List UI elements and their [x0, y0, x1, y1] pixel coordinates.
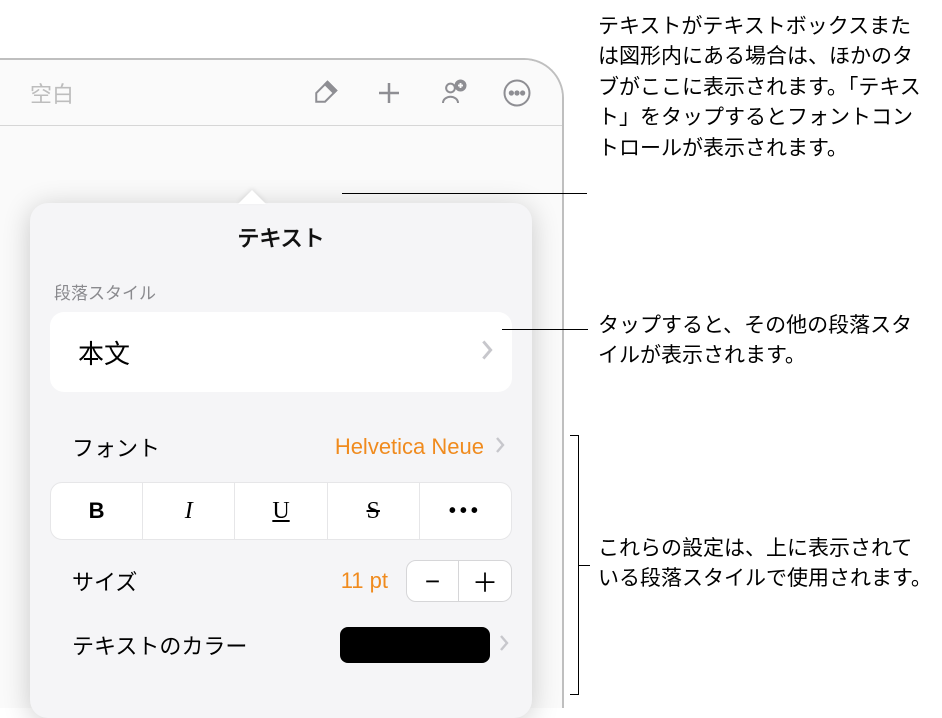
back-button[interactable]: 空白: [30, 77, 74, 109]
text-style-buttons: B I U S •••: [50, 482, 512, 540]
font-value: Helvetica Neue: [335, 434, 484, 460]
more-text-options-button[interactable]: •••: [420, 483, 511, 539]
size-row: サイズ 11 pt − ＋: [50, 552, 512, 610]
underline-button[interactable]: U: [235, 483, 327, 539]
more-circle-icon[interactable]: [502, 78, 532, 108]
chevron-right-icon: [498, 634, 510, 657]
insert-plus-icon[interactable]: [374, 78, 404, 108]
paragraph-style-section-label: 段落スタイル: [30, 279, 532, 312]
text-format-panel: テキスト 段落スタイル 本文 フォント Helvetica Neue B I U…: [30, 203, 532, 718]
collaborate-icon[interactable]: [438, 78, 468, 108]
paragraph-style-row[interactable]: 本文: [50, 312, 512, 392]
device-frame: 空白 テキスト 段落スタイル 本文 フォント: [0, 58, 564, 708]
size-stepper: − ＋: [406, 560, 512, 602]
chevron-right-icon: [494, 436, 506, 459]
popover-arrow: [238, 190, 266, 204]
color-swatch[interactable]: [340, 627, 490, 663]
toolbar: 空白: [0, 60, 562, 126]
strikethrough-button[interactable]: S: [328, 483, 420, 539]
panel-title: テキスト: [30, 221, 532, 253]
chevron-right-icon: [480, 339, 494, 366]
callout-paragraph-styles: タップすると、その他の段落スタイルが表示されます。: [598, 311, 932, 372]
leader-bracket: [578, 565, 590, 566]
format-brush-icon[interactable]: [310, 78, 340, 108]
size-label: サイズ: [72, 565, 137, 597]
font-row[interactable]: フォント Helvetica Neue: [50, 422, 512, 472]
paragraph-style-name: 本文: [78, 334, 130, 371]
text-color-label: テキストのカラー: [72, 629, 247, 661]
toolbar-icons: [310, 78, 532, 108]
italic-button[interactable]: I: [143, 483, 235, 539]
size-value: 11 pt: [341, 568, 388, 594]
callout-font-controls: これらの設定は、上に表示されている段落スタイルで使用されます。: [598, 534, 932, 595]
text-color-row[interactable]: テキストのカラー: [50, 618, 512, 672]
callout-text-tab: テキストがテキストボックスまたは図形内にある場合は、ほかのタブがここに表示されま…: [598, 12, 932, 164]
leader-bracket: [570, 694, 578, 695]
leader-line: [342, 193, 587, 194]
leader-bracket: [570, 435, 578, 436]
size-decrease-button[interactable]: −: [407, 561, 459, 601]
size-increase-button[interactable]: ＋: [459, 561, 511, 601]
bold-button[interactable]: B: [51, 483, 143, 539]
font-label: フォント: [72, 431, 160, 463]
leader-line: [502, 329, 588, 330]
